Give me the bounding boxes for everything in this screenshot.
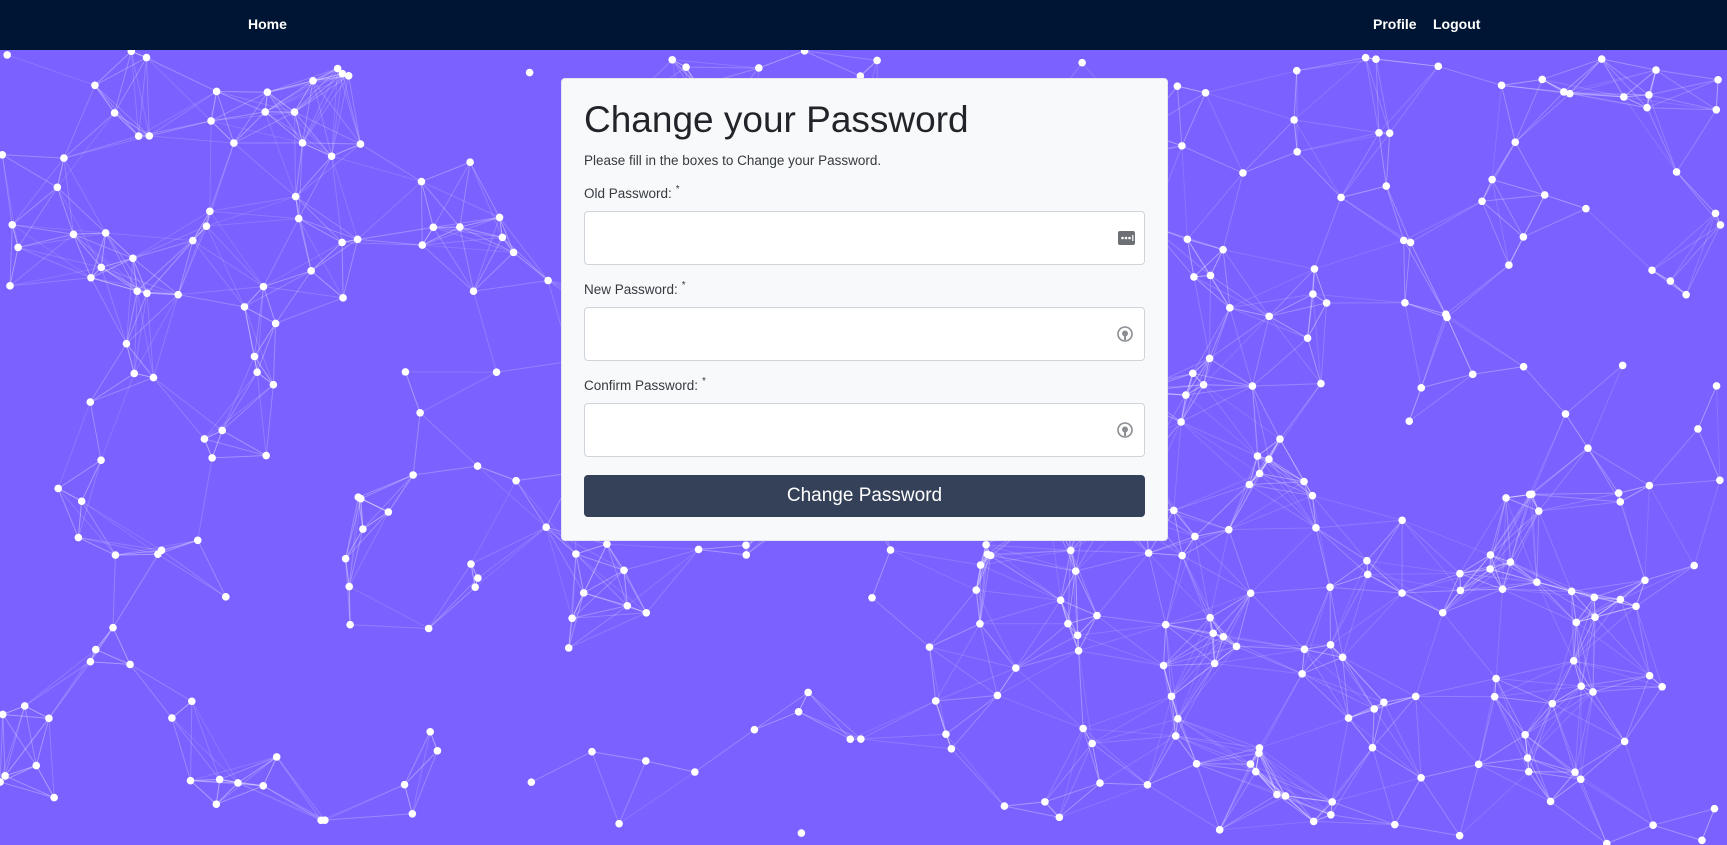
page-title: Change your Password	[584, 99, 969, 140]
form-instructions: Please fill in the boxes to Change your …	[584, 153, 882, 168]
required-asterisk: *	[702, 376, 706, 387]
old-password-label: Old Password: *	[584, 184, 680, 201]
confirm-password-input[interactable]	[584, 403, 1145, 457]
nav-profile-link[interactable]: Profile	[1373, 16, 1417, 32]
new-password-label-text: New Password:	[584, 282, 678, 297]
nav-logout-link[interactable]: Logout	[1433, 16, 1480, 32]
confirm-password-label-text: Confirm Password:	[584, 378, 699, 393]
password-generator-icon[interactable]	[1116, 325, 1134, 343]
required-asterisk: *	[675, 184, 680, 195]
required-asterisk: *	[681, 280, 686, 291]
new-password-input[interactable]	[584, 307, 1145, 361]
old-password-input[interactable]	[584, 211, 1145, 265]
password-manager-key-icon[interactable]	[1117, 229, 1135, 247]
top-navbar: Home Profile Logout	[0, 0, 1727, 50]
change-password-button[interactable]: Change Password	[584, 475, 1145, 517]
old-password-label-text: Old Password:	[584, 186, 672, 201]
nav-home-link[interactable]: Home	[248, 16, 287, 32]
change-password-card: Change your Password Please fill in the …	[561, 78, 1168, 541]
new-password-label: New Password: *	[584, 280, 686, 297]
password-generator-icon[interactable]	[1116, 421, 1134, 439]
confirm-password-label: Confirm Password: *	[584, 376, 706, 393]
